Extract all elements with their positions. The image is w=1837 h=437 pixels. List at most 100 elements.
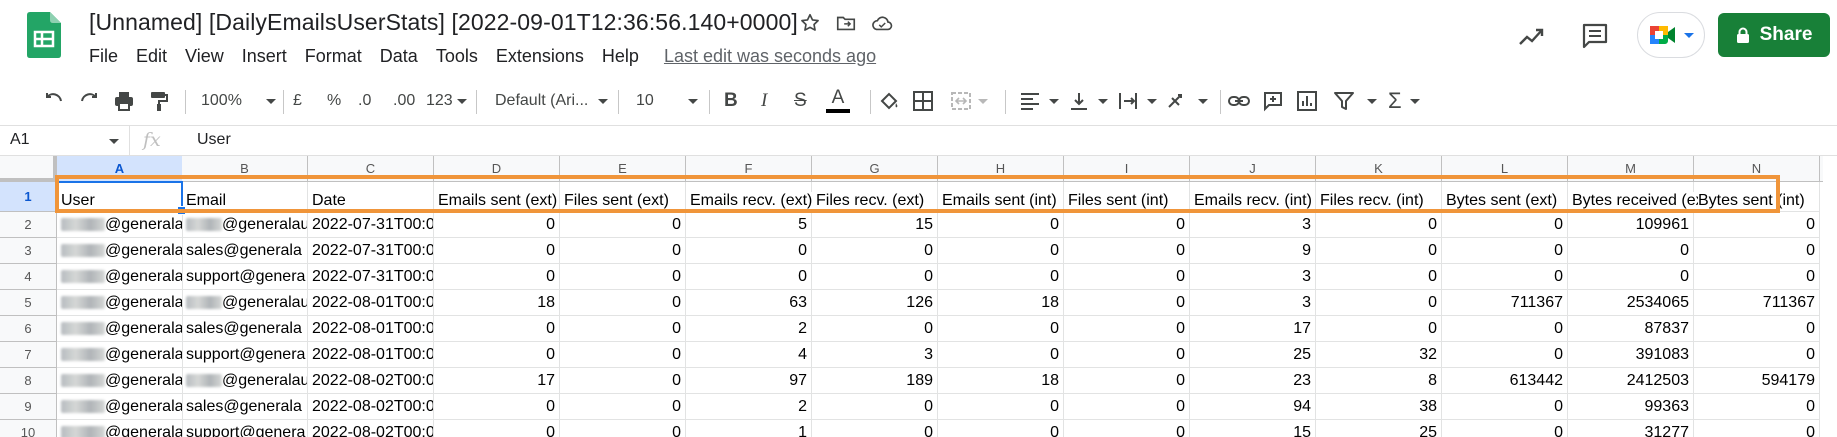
number-cell[interactable]: 0 xyxy=(1442,316,1568,342)
number-cell[interactable]: 0 xyxy=(434,394,560,420)
horizontal-align-icon[interactable] xyxy=(1019,78,1059,124)
number-cell[interactable]: 17 xyxy=(434,368,560,394)
number-cell[interactable]: 94 xyxy=(1190,394,1316,420)
user-cell[interactable]: @generalau xyxy=(57,212,183,238)
number-cell[interactable]: 0 xyxy=(1694,238,1820,264)
number-cell[interactable]: 25 xyxy=(1316,420,1442,437)
functions-icon[interactable]: Σ xyxy=(1388,78,1420,124)
date-cell[interactable]: 2022-08-01T00:0 xyxy=(308,342,434,368)
column-header-e[interactable]: E xyxy=(560,156,686,182)
vertical-align-icon[interactable] xyxy=(1068,78,1108,124)
number-cell[interactable]: 32 xyxy=(1316,342,1442,368)
number-cell[interactable]: 0 xyxy=(812,420,938,437)
number-cell[interactable]: 15 xyxy=(812,212,938,238)
insert-comment-icon[interactable] xyxy=(1262,78,1284,124)
header-cell[interactable]: User xyxy=(57,182,183,212)
paint-format-icon[interactable] xyxy=(147,78,171,124)
number-cell[interactable]: 0 xyxy=(1568,238,1694,264)
number-cell[interactable]: 87837 xyxy=(1568,316,1694,342)
number-cell[interactable]: 0 xyxy=(938,316,1064,342)
number-cell[interactable]: 0 xyxy=(434,420,560,437)
number-cell[interactable]: 0 xyxy=(1694,264,1820,290)
email-cell[interactable]: support@genera xyxy=(182,264,308,290)
number-cell[interactable]: 0 xyxy=(1064,264,1190,290)
print-icon[interactable] xyxy=(112,78,136,124)
date-cell[interactable]: 2022-08-02T00:0 xyxy=(308,368,434,394)
number-cell[interactable]: 0 xyxy=(938,264,1064,290)
date-cell[interactable]: 2022-08-02T00:0 xyxy=(308,394,434,420)
more-formats-button[interactable]: 123 xyxy=(426,78,467,124)
number-cell[interactable]: 594179 xyxy=(1694,368,1820,394)
header-cell[interactable]: Emails recv. (int) xyxy=(1190,182,1316,212)
user-cell[interactable]: @generalau xyxy=(57,342,183,368)
user-cell[interactable]: @generalau xyxy=(57,394,183,420)
number-cell[interactable]: 15 xyxy=(1190,420,1316,437)
number-cell[interactable]: 0 xyxy=(686,238,812,264)
number-cell[interactable]: 0 xyxy=(1316,212,1442,238)
number-cell[interactable]: 3 xyxy=(812,342,938,368)
header-cell[interactable]: Email xyxy=(182,182,308,212)
row-header-5[interactable]: 5 xyxy=(0,290,57,316)
header-cell[interactable]: Files recv. (int) xyxy=(1316,182,1442,212)
number-cell[interactable]: 0 xyxy=(938,212,1064,238)
header-cell[interactable]: Bytes sent (ext) xyxy=(1442,182,1568,212)
number-cell[interactable]: 0 xyxy=(1064,342,1190,368)
column-header-g[interactable]: G xyxy=(812,156,938,182)
zoom-select[interactable]: 100% xyxy=(201,78,276,124)
number-cell[interactable]: 0 xyxy=(1694,420,1820,437)
move-to-folder-icon[interactable] xyxy=(833,10,859,36)
increase-decimal-button[interactable]: .00 xyxy=(393,78,415,124)
number-cell[interactable]: 0 xyxy=(434,316,560,342)
row-header-2[interactable]: 2 xyxy=(0,212,57,238)
header-cell[interactable]: Emails sent (int) xyxy=(938,182,1064,212)
number-cell[interactable]: 0 xyxy=(560,290,686,316)
share-button[interactable]: Share xyxy=(1718,13,1830,57)
number-cell[interactable]: 63 xyxy=(686,290,812,316)
header-cell[interactable]: Date xyxy=(308,182,434,212)
date-cell[interactable]: 2022-08-02T00:0 xyxy=(308,420,434,437)
document-title[interactable]: [Unnamed] [DailyEmailsUserStats] [2022-0… xyxy=(89,9,798,36)
row-header-4[interactable]: 4 xyxy=(0,264,57,290)
header-cell[interactable]: Files sent (int) xyxy=(1064,182,1190,212)
number-cell[interactable]: 0 xyxy=(1064,394,1190,420)
header-cell[interactable]: Files recv. (ext) xyxy=(812,182,938,212)
email-cell[interactable]: sales@generala xyxy=(182,238,308,264)
number-cell[interactable]: 0 xyxy=(434,342,560,368)
email-cell[interactable]: support@genera xyxy=(182,342,308,368)
number-cell[interactable]: 0 xyxy=(1442,394,1568,420)
menu-file[interactable]: File xyxy=(80,44,127,69)
number-cell[interactable]: 18 xyxy=(434,290,560,316)
vertical-scrollbar[interactable] xyxy=(1823,156,1837,437)
row-header-7[interactable]: 7 xyxy=(0,342,57,368)
star-icon[interactable] xyxy=(797,10,823,36)
column-header-n[interactable]: N xyxy=(1694,156,1820,182)
number-cell[interactable]: 0 xyxy=(1694,212,1820,238)
email-cell[interactable]: @generalau xyxy=(182,368,308,394)
number-cell[interactable]: 0 xyxy=(434,212,560,238)
user-cell[interactable]: @generalau xyxy=(57,264,183,290)
number-cell[interactable]: 0 xyxy=(1064,420,1190,437)
number-cell[interactable]: 0 xyxy=(938,342,1064,368)
column-header-h[interactable]: H xyxy=(938,156,1064,182)
number-cell[interactable]: 4 xyxy=(686,342,812,368)
text-wrapping-icon[interactable] xyxy=(1117,78,1157,124)
number-cell[interactable]: 0 xyxy=(1064,368,1190,394)
number-cell[interactable]: 8 xyxy=(1316,368,1442,394)
activity-trend-icon[interactable] xyxy=(1516,22,1546,52)
currency-format-button[interactable]: £ xyxy=(293,78,302,124)
number-cell[interactable]: 3 xyxy=(1190,290,1316,316)
number-cell[interactable]: 3 xyxy=(1190,264,1316,290)
number-cell[interactable]: 0 xyxy=(1316,238,1442,264)
number-cell[interactable]: 2534065 xyxy=(1568,290,1694,316)
row-header-1[interactable]: 1 xyxy=(0,182,57,212)
row-header-10[interactable]: 10 xyxy=(0,420,57,437)
header-cell[interactable]: Emails recv. (ext) xyxy=(686,182,813,212)
number-cell[interactable]: 18 xyxy=(938,368,1064,394)
number-cell[interactable]: 0 xyxy=(1316,264,1442,290)
font-family-select[interactable]: Default (Ari... xyxy=(495,78,609,124)
column-header-l[interactable]: L xyxy=(1442,156,1568,182)
number-cell[interactable]: 5 xyxy=(686,212,812,238)
number-cell[interactable]: 0 xyxy=(1064,316,1190,342)
sheets-logo-icon[interactable] xyxy=(27,12,61,58)
menu-view[interactable]: View xyxy=(176,44,233,69)
